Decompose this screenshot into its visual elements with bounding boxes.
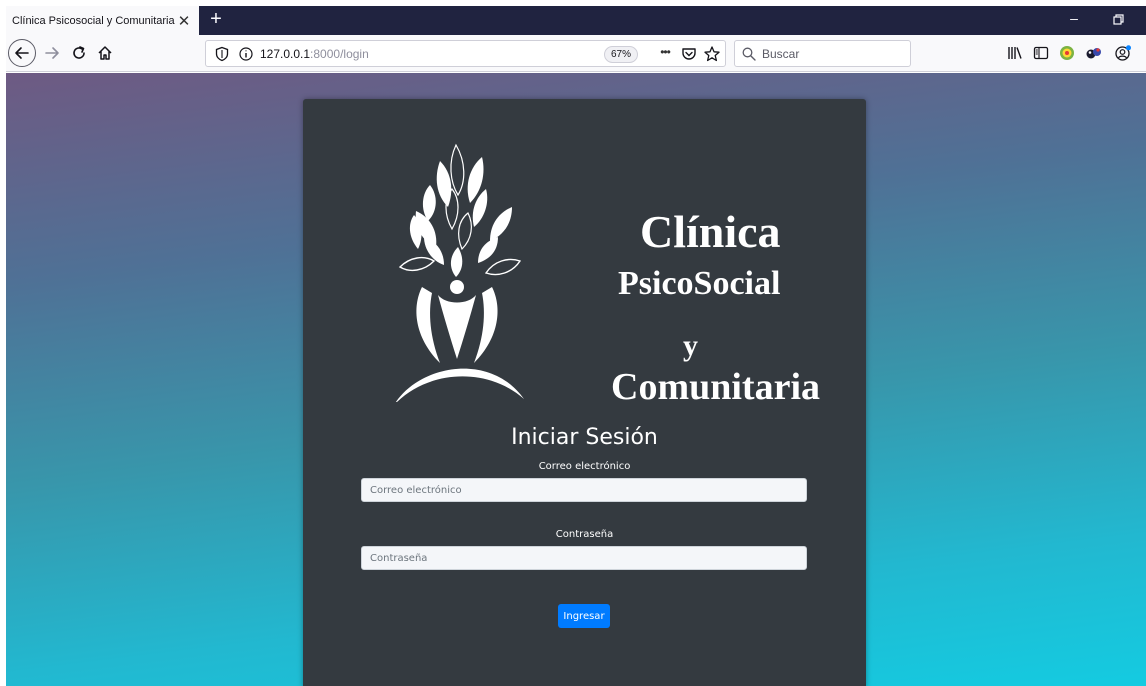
zoom-level-badge[interactable]: 67% <box>604 46 639 63</box>
logo-text-line3: y <box>683 329 698 362</box>
back-icon <box>15 47 29 59</box>
url-text[interactable]: 127.0.0.1:8000/login <box>260 47 369 61</box>
email-field[interactable] <box>361 478 807 502</box>
login-card: Clínica PsicoSocial y Comunitaria Inicia… <box>303 99 866 686</box>
new-tab-button[interactable]: + <box>205 9 227 31</box>
account-icon[interactable] <box>1114 44 1132 62</box>
library-icon[interactable] <box>1006 44 1024 62</box>
forward-icon <box>45 47 59 59</box>
restore-icon <box>1113 14 1124 25</box>
search-bar[interactable] <box>734 40 911 67</box>
shield-icon[interactable] <box>214 46 230 62</box>
forward-button[interactable] <box>40 41 64 65</box>
login-button[interactable]: Ingresar <box>558 604 610 628</box>
clinic-logo: Clínica PsicoSocial y Comunitaria <box>378 137 820 408</box>
pocket-icon[interactable] <box>680 45 698 63</box>
nav-bar: 127.0.0.1:8000/login 67% ••• <box>6 35 1146 72</box>
url-bar[interactable]: 127.0.0.1:8000/login 67% ••• <box>205 40 726 67</box>
restore-button[interactable] <box>1108 10 1128 30</box>
url-host: 127.0.0.1 <box>260 46 311 61</box>
url-path: :8000/login <box>310 46 369 61</box>
extension-icon[interactable] <box>1058 44 1076 62</box>
home-button[interactable] <box>93 41 117 65</box>
password-field[interactable] <box>361 546 807 570</box>
search-input[interactable] <box>762 46 902 61</box>
reload-button[interactable] <box>67 41 91 65</box>
email-label: Correo electrónico <box>538 461 631 472</box>
minimize-button[interactable]: – <box>1064 10 1084 30</box>
logo-text-line4: Comunitaria <box>611 366 820 408</box>
tab-strip: Clínica Psicosocial y Comunitaria ✕ + – <box>6 6 1146 35</box>
password-label: Contraseña <box>555 529 614 540</box>
reload-icon <box>73 46 85 59</box>
tab-active[interactable]: Clínica Psicosocial y Comunitaria ✕ <box>6 6 199 35</box>
tree-person-icon <box>396 143 524 402</box>
sidebar-icon[interactable] <box>1032 44 1050 62</box>
tab-title: Clínica Psicosocial y Comunitaria <box>12 14 175 27</box>
extension-icon[interactable] <box>1085 44 1103 62</box>
logo-text-line1: Clínica <box>640 206 781 257</box>
browser-window: Clínica Psicosocial y Comunitaria ✕ + – <box>6 6 1146 686</box>
info-icon[interactable] <box>238 46 254 62</box>
tab-close-icon[interactable]: ✕ <box>175 12 193 30</box>
back-button[interactable] <box>8 39 36 67</box>
home-icon <box>98 46 112 60</box>
search-icon <box>742 47 756 61</box>
logo-text-line2: PsicoSocial <box>618 265 781 302</box>
star-icon[interactable] <box>703 45 721 63</box>
login-title: Iniciar Sesión <box>511 425 658 450</box>
page-actions-button[interactable]: ••• <box>656 46 674 62</box>
page-viewport: Clínica PsicoSocial y Comunitaria Inicia… <box>6 73 1146 686</box>
